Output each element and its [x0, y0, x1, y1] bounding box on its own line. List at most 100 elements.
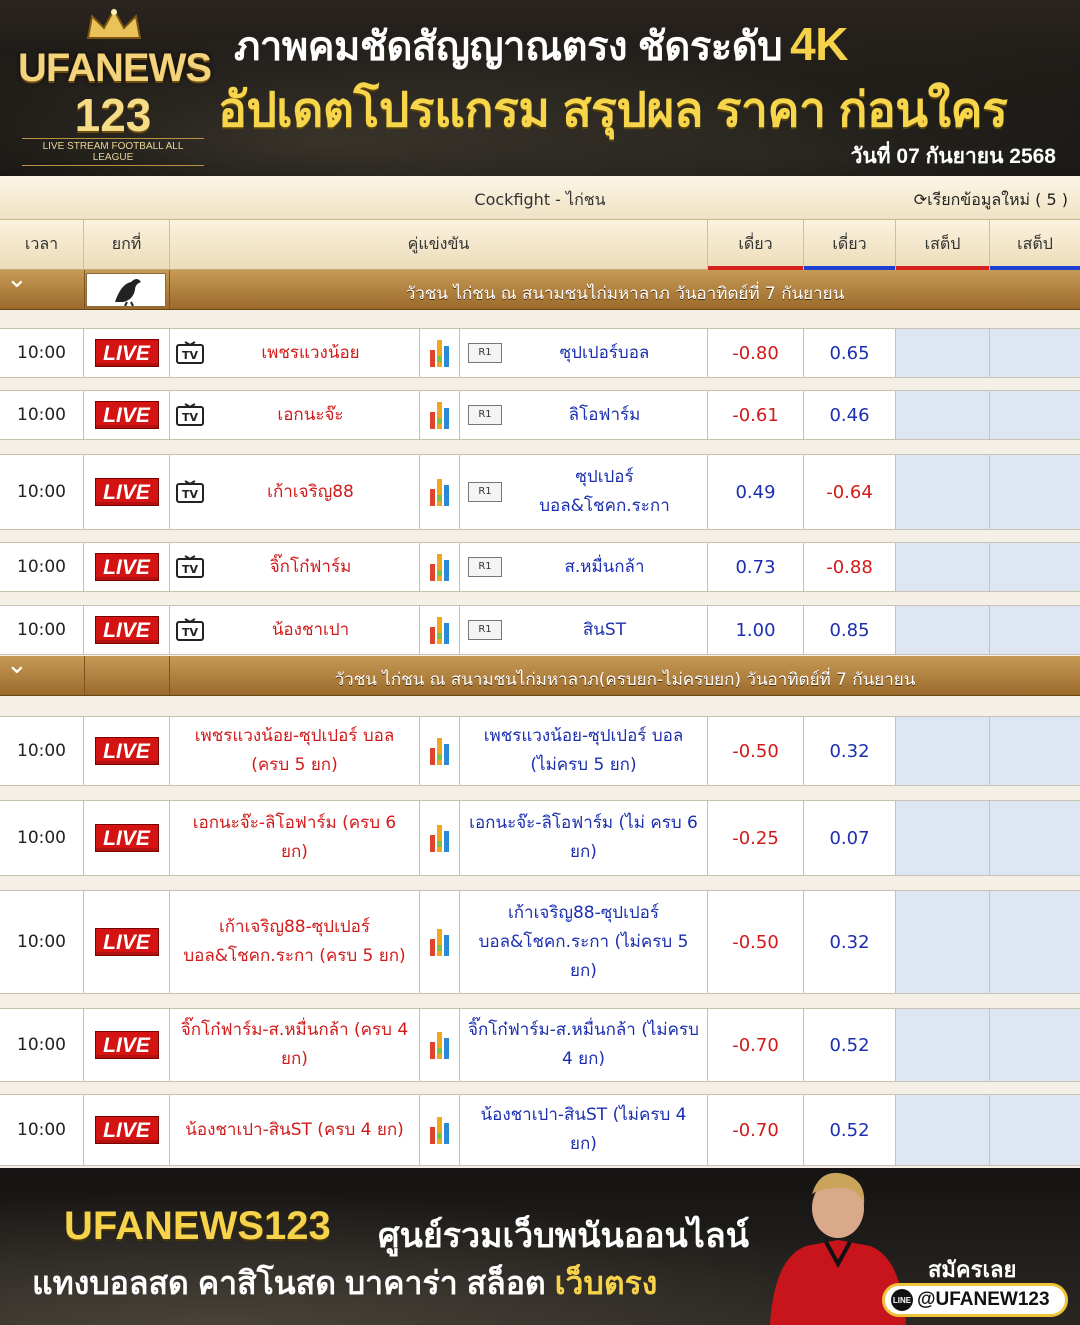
- step-1-cell[interactable]: [896, 329, 990, 377]
- away-team-name[interactable]: สินST: [533, 616, 634, 645]
- odds-single-2-cell[interactable]: 0.52: [804, 1009, 896, 1081]
- odds-single-2[interactable]: 0.85: [829, 620, 869, 641]
- odds-single-2-cell[interactable]: -0.88: [804, 543, 896, 591]
- home-team-name[interactable]: เก้าเจริญ88-ซุปเปอร์ บอล&โชคก.ระกา (ครบ …: [170, 913, 419, 971]
- home-team-name[interactable]: เพชรแวงน้อย-ซุปเปอร์ บอล (ครบ 5 ยก): [170, 722, 419, 780]
- home-team-name[interactable]: เอกนะจ๊ะ-ลิโอฟาร์ม (ครบ 6 ยก): [170, 809, 419, 867]
- odds-single-2-cell[interactable]: 0.32: [804, 891, 896, 993]
- signup-button[interactable]: สมัครเลย: [928, 1252, 1016, 1287]
- odds-single-1-cell[interactable]: -0.80: [708, 329, 804, 377]
- stats-icon[interactable]: [429, 1115, 451, 1145]
- odds-single-2-cell[interactable]: 0.07: [804, 801, 896, 875]
- home-team-name[interactable]: น้องชาเปา: [232, 616, 357, 645]
- tv-icon[interactable]: TV: [176, 555, 204, 579]
- odds-single-2-cell[interactable]: 0.65: [804, 329, 896, 377]
- odds-single-2[interactable]: 0.52: [829, 1035, 869, 1056]
- away-team-name[interactable]: น้องชาเปา-สินST (ไม่ครบ 4 ยก): [460, 1101, 707, 1159]
- step-1-cell[interactable]: [896, 543, 990, 591]
- step-1-cell[interactable]: [896, 455, 990, 529]
- stats-icon[interactable]: [429, 552, 451, 582]
- home-team-name[interactable]: จิ๊กโก๋ฟาร์ม-ส.หมื่นกล้า (ครบ 4 ยก): [170, 1016, 419, 1074]
- odds-single-1-cell[interactable]: -0.61: [708, 391, 804, 439]
- stats-icon[interactable]: [429, 477, 451, 507]
- tv-icon[interactable]: TV: [176, 480, 204, 504]
- league-header[interactable]: ⌄ วัวชน ไก่ชน ณ สนามชนไก่มหาลาภ(ครบยก-ไม่…: [0, 650, 1080, 696]
- stats-icon[interactable]: [429, 338, 451, 368]
- step-1-cell[interactable]: [896, 391, 990, 439]
- step-2-cell[interactable]: [990, 606, 1080, 654]
- odds-single-1-cell[interactable]: 1.00: [708, 606, 804, 654]
- away-team-name[interactable]: เอกนะจ๊ะ-ลิโอฟาร์ม (ไม่ ครบ 6 ยก): [460, 809, 707, 867]
- live-badge[interactable]: LIVE: [94, 1116, 159, 1144]
- step-1-cell[interactable]: [896, 1009, 990, 1081]
- odds-single-1-cell[interactable]: 0.73: [708, 543, 804, 591]
- step-2-cell[interactable]: [990, 543, 1080, 591]
- line-id-button[interactable]: LINE @UFANEW123: [882, 1283, 1068, 1317]
- stats-icon[interactable]: [429, 400, 451, 430]
- odds-single-1[interactable]: -0.61: [732, 405, 779, 426]
- odds-single-2[interactable]: 0.07: [829, 828, 869, 849]
- odds-single-2-cell[interactable]: -0.64: [804, 455, 896, 529]
- away-team-name[interactable]: ลิโอฟาร์ม: [519, 401, 649, 430]
- step-2-cell[interactable]: [990, 801, 1080, 875]
- live-badge[interactable]: LIVE: [94, 616, 159, 644]
- stats-icon[interactable]: [429, 615, 451, 645]
- stats-icon[interactable]: [429, 823, 451, 853]
- step-2-cell[interactable]: [990, 717, 1080, 785]
- tv-icon[interactable]: TV: [176, 403, 204, 427]
- stats-icon[interactable]: [429, 1030, 451, 1060]
- live-badge[interactable]: LIVE: [94, 478, 159, 506]
- odds-single-1[interactable]: -0.70: [732, 1120, 779, 1141]
- step-1-cell[interactable]: [896, 801, 990, 875]
- league-header[interactable]: ⌄ วัวชน ไก่ชน ณ สนามชนไก่มหาลาภ วันอาทิตย…: [0, 264, 1080, 310]
- odds-single-1[interactable]: -0.50: [732, 741, 779, 762]
- odds-single-2[interactable]: 0.32: [829, 932, 869, 953]
- odds-single-2-cell[interactable]: 0.32: [804, 717, 896, 785]
- odds-single-1-cell[interactable]: -0.50: [708, 891, 804, 993]
- home-team-name[interactable]: จิ๊กโก๋ฟาร์ม: [230, 553, 360, 582]
- odds-single-1[interactable]: -0.80: [732, 343, 779, 364]
- odds-single-1[interactable]: 0.73: [735, 557, 775, 578]
- tv-icon[interactable]: TV: [176, 341, 204, 365]
- chevron-down-icon[interactable]: ⌄: [6, 264, 28, 294]
- odds-single-1-cell[interactable]: -0.25: [708, 801, 804, 875]
- odds-single-2[interactable]: 0.65: [829, 343, 869, 364]
- odds-single-2-cell[interactable]: 0.46: [804, 391, 896, 439]
- live-badge[interactable]: LIVE: [94, 1031, 159, 1059]
- odds-single-1[interactable]: 0.49: [735, 482, 775, 503]
- live-badge[interactable]: LIVE: [94, 401, 159, 429]
- step-2-cell[interactable]: [990, 1095, 1080, 1165]
- odds-single-2-cell[interactable]: 0.85: [804, 606, 896, 654]
- step-1-cell[interactable]: [896, 1095, 990, 1165]
- step-2-cell[interactable]: [990, 1009, 1080, 1081]
- odds-single-1-cell[interactable]: 0.49: [708, 455, 804, 529]
- tv-icon[interactable]: TV: [176, 618, 204, 642]
- odds-single-2[interactable]: 0.52: [829, 1120, 869, 1141]
- live-badge[interactable]: LIVE: [94, 824, 159, 852]
- odds-single-2[interactable]: -0.88: [826, 557, 873, 578]
- odds-single-2-cell[interactable]: 0.52: [804, 1095, 896, 1165]
- home-team-name[interactable]: เก้าเจริญ88: [227, 478, 362, 507]
- live-badge[interactable]: LIVE: [94, 928, 159, 956]
- odds-single-1-cell[interactable]: -0.70: [708, 1009, 804, 1081]
- live-badge[interactable]: LIVE: [94, 737, 159, 765]
- odds-single-1[interactable]: -0.25: [732, 828, 779, 849]
- odds-single-1[interactable]: -0.70: [732, 1035, 779, 1056]
- live-badge[interactable]: LIVE: [94, 553, 159, 581]
- odds-single-2[interactable]: 0.32: [829, 741, 869, 762]
- step-2-cell[interactable]: [990, 455, 1080, 529]
- step-2-cell[interactable]: [990, 329, 1080, 377]
- odds-single-1[interactable]: -0.50: [732, 932, 779, 953]
- odds-single-1-cell[interactable]: -0.50: [708, 717, 804, 785]
- odds-single-2[interactable]: -0.64: [826, 482, 873, 503]
- home-team-name[interactable]: เอกนะจ๊ะ: [237, 401, 351, 430]
- stats-icon[interactable]: [429, 736, 451, 766]
- home-team-name[interactable]: เพชรแวงน้อย: [221, 339, 367, 368]
- away-team-name[interactable]: ส.หมื่นกล้า: [514, 553, 652, 582]
- away-team-name[interactable]: จิ๊กโก๋ฟาร์ม-ส.หมื่นกล้า (ไม่ครบ 4 ยก): [460, 1016, 707, 1074]
- odds-single-1-cell[interactable]: -0.70: [708, 1095, 804, 1165]
- odds-single-2[interactable]: 0.46: [829, 405, 869, 426]
- stats-icon[interactable]: [429, 927, 451, 957]
- away-team-name[interactable]: ซุปเปอร์บอล: [510, 339, 658, 368]
- away-team-name[interactable]: เพชรแวงน้อย-ซุปเปอร์ บอล (ไม่ครบ 5 ยก): [460, 722, 707, 780]
